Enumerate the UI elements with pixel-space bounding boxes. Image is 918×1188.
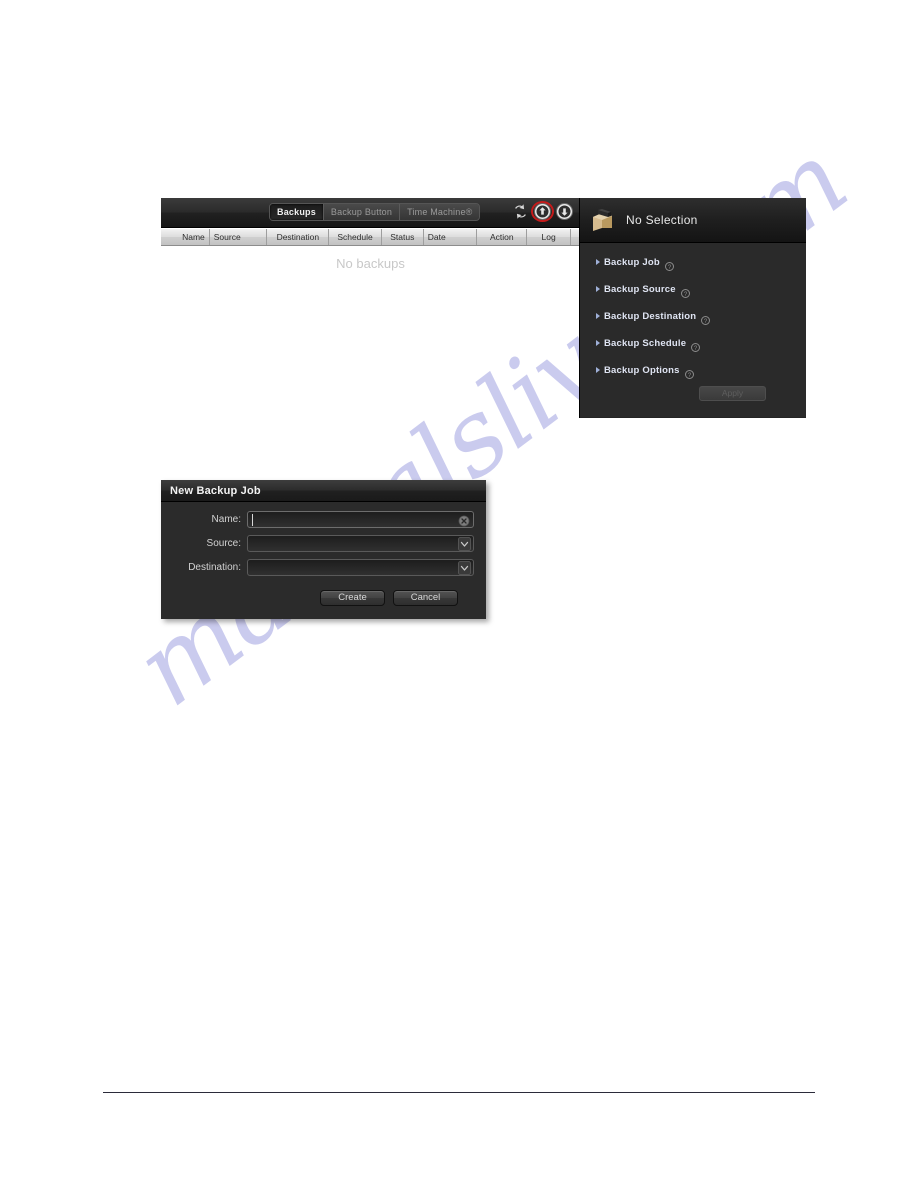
column-header-date[interactable]: Date [424,229,478,245]
tab-backups[interactable]: Backups [270,204,324,220]
toolbar-icon-group [511,201,574,222]
dialog-titlebar: New Backup Job [161,480,486,502]
field-row-name: Name: [161,511,474,528]
help-icon[interactable]: ? [691,339,701,352]
help-icon[interactable]: ? [701,312,711,325]
field-row-destination: Destination: [161,559,474,576]
section-backup-job[interactable]: Backup Job ? [596,254,806,271]
column-header-source[interactable]: Source [210,229,268,245]
table-column-headers: Name Source Destination Schedule Status … [161,229,581,246]
info-panel-title: No Selection [626,213,698,227]
tab-group: Backups Backup Button Time Machine® [269,203,481,221]
column-header-status[interactable]: Status [382,229,424,245]
help-icon[interactable]: ? [680,285,690,298]
section-label-backup-job: Backup Job [604,256,660,268]
label-source: Source: [206,538,241,549]
page-root: manualslive.com Backups Backup Button Ti… [0,0,918,1188]
help-icon[interactable]: ? [684,366,694,379]
name-input[interactable] [247,511,474,528]
window-toolbar: Backups Backup Button Time Machine® [161,198,580,228]
chevron-down-icon[interactable] [458,561,471,575]
apply-button[interactable]: Apply [699,386,766,401]
section-label-backup-schedule: Backup Schedule [604,337,687,349]
chevron-right-icon [596,340,600,346]
dialog-button-row: Create Cancel [161,583,474,606]
tab-backup-button[interactable]: Backup Button [323,204,401,220]
section-label-backup-source: Backup Source [604,283,676,295]
clear-icon[interactable] [458,514,470,527]
cancel-button[interactable]: Cancel [393,590,458,606]
section-label-backup-options: Backup Options [604,364,680,376]
package-box-icon [589,207,616,234]
info-panel-body: Backup Job ? Backup Source ? Backup Dest… [580,243,806,417]
section-label-backup-destination: Backup Destination [604,310,697,322]
field-row-source: Source: [161,535,474,552]
section-backup-destination[interactable]: Backup Destination ? [596,308,806,325]
download-restore-icon[interactable] [555,202,574,221]
backups-table-region: Backups Backup Button Time Machine® Name… [161,198,581,271]
label-name: Name: [211,514,241,525]
chevron-right-icon [596,286,600,292]
new-backup-job-dialog: New Backup Job Name: Source: Destination… [161,480,486,619]
dialog-title: New Backup Job [170,484,261,497]
backup-manager-window: Backups Backup Button Time Machine® Name… [161,198,806,418]
column-header-log[interactable]: Log [527,229,572,245]
chevron-right-icon [596,259,600,265]
source-select[interactable] [247,535,474,552]
section-backup-options[interactable]: Backup Options ? [596,362,806,379]
section-backup-source[interactable]: Backup Source ? [596,281,806,298]
chevron-down-icon[interactable] [458,537,471,551]
column-header-name[interactable]: Name [161,229,210,245]
column-header-destination[interactable]: Destination [267,229,330,245]
chevron-right-icon [596,367,600,373]
help-icon[interactable]: ? [664,258,674,271]
empty-state-message: No backups [336,256,405,271]
chevron-right-icon [596,313,600,319]
text-caret [252,514,253,526]
footer-divider [103,1092,815,1093]
column-header-schedule[interactable]: Schedule [329,229,382,245]
tab-time-machine[interactable]: Time Machine® [400,204,480,220]
info-panel-header: No Selection [580,198,806,243]
destination-select[interactable] [247,559,474,576]
dialog-body: Name: Source: Destination: Create Cancel [161,502,486,606]
refresh-icon[interactable] [511,202,530,221]
selection-info-panel: No Selection Backup Job ? Backup Source … [579,198,806,418]
label-destination: Destination: [188,562,241,573]
upload-backup-icon[interactable] [531,201,554,222]
section-backup-schedule[interactable]: Backup Schedule ? [596,335,806,352]
column-header-action[interactable]: Action [477,229,528,245]
create-button[interactable]: Create [320,590,385,606]
